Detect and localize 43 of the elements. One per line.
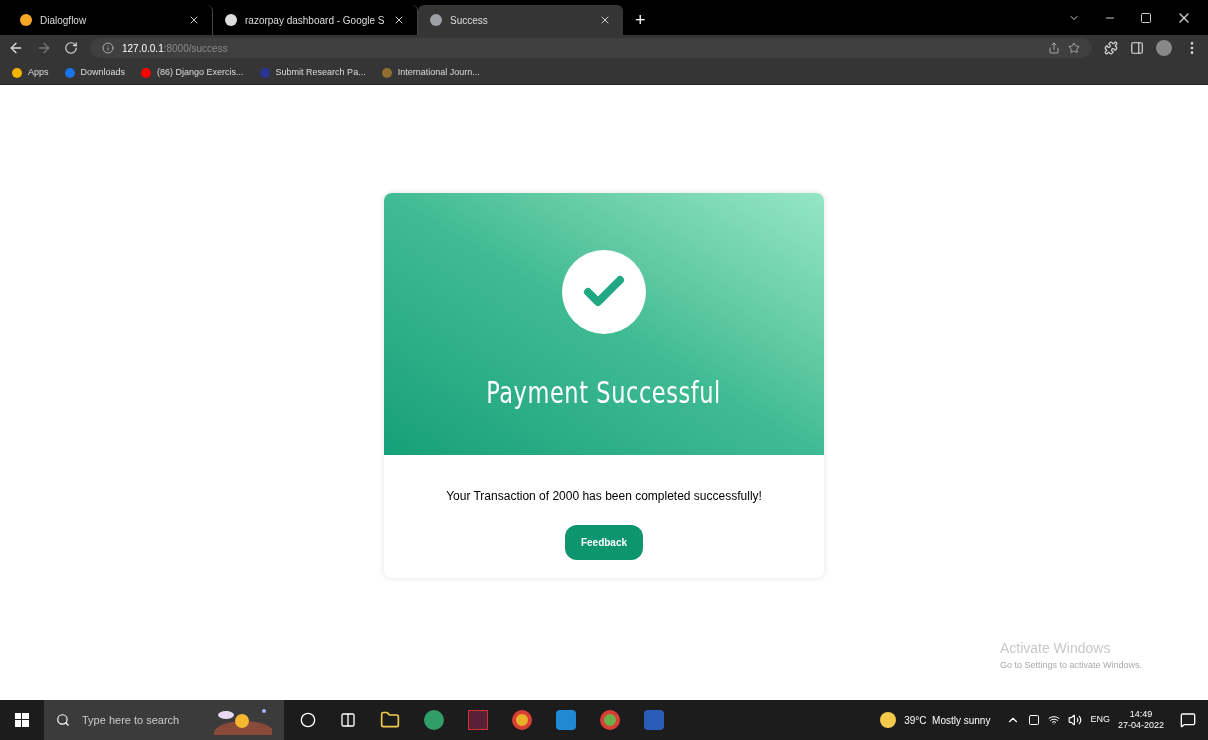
success-message: Your Transaction of 2000 has been completed successfully! [446,488,762,505]
info-icon [102,42,114,54]
app-icon[interactable] [424,710,444,730]
bookmark-item[interactable]: Apps [12,65,49,80]
bookmark-item[interactable]: Downloads [64,65,126,80]
feedback-button[interactable]: Feedback [564,525,644,560]
bookmark-item[interactable]: Submit Research Pa... [259,65,366,80]
weather-text[interactable]: 39°C Mostly sunny [904,712,991,728]
language-indicator[interactable]: ENG [1090,713,1110,727]
task-view-icon[interactable] [340,712,356,728]
volume-icon[interactable] [1068,713,1083,727]
bookmark-item[interactable]: (86) Django Exercis... [141,65,244,80]
tab-title: Dialogflow [40,13,88,28]
back-icon[interactable] [8,40,24,56]
file-explorer-icon[interactable] [380,710,400,730]
forward-icon[interactable] [36,40,52,56]
tab-title: Success [450,13,489,28]
extensions-icon[interactable] [1104,41,1118,55]
bookmark-item[interactable]: International Journ... [381,65,480,80]
browser-tab[interactable]: Success [418,5,623,35]
close-icon[interactable] [188,14,200,26]
bookmark-star-icon[interactable] [1068,42,1080,54]
new-tab-button[interactable]: + [623,5,658,35]
activation-subtitle: Go to Settings to activate Windows. [999,658,1142,672]
notifications-icon[interactable] [1180,712,1196,728]
restore-icon[interactable] [1140,11,1152,24]
search-icon [56,713,70,727]
clock[interactable]: 14:49 27-04-2022 [1117,708,1164,732]
close-icon[interactable] [393,14,405,26]
reload-icon[interactable] [64,41,78,55]
card-title: Payment Successful [486,373,722,412]
search-field[interactable]: Type here to search [82,711,192,729]
tab-title: razorpay dashboard - Google S [245,13,385,28]
side-panel-icon[interactable] [1130,41,1144,55]
address-bar[interactable]: 127.0.0.1:8000/success [90,38,1092,58]
cortana-icon[interactable] [300,712,316,728]
url-text: 127.0.0.1:8000/success [122,41,228,56]
windows-logo-icon [15,713,29,727]
weather-icon [880,712,897,728]
profile-avatar[interactable] [1156,40,1172,56]
close-icon[interactable] [599,14,611,26]
share-icon[interactable] [1048,42,1060,54]
network-icon[interactable] [1048,714,1061,726]
